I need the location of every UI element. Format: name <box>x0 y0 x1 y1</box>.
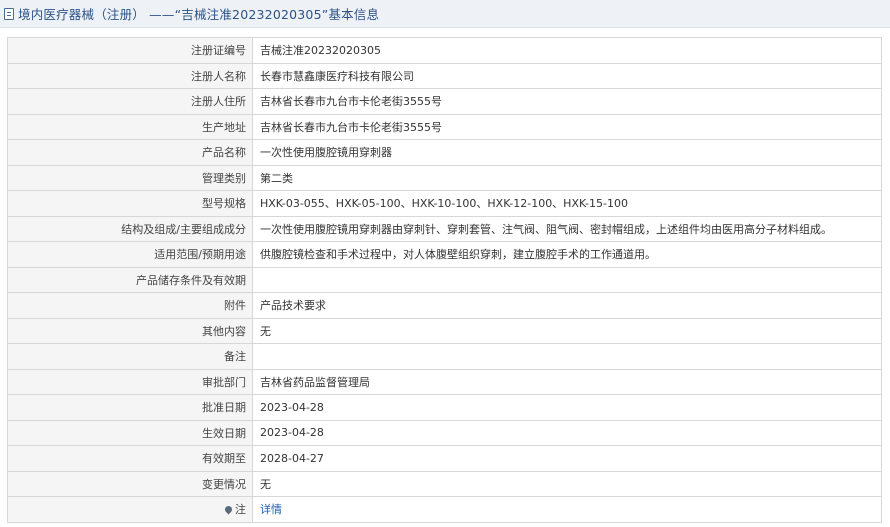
row-value: 无 <box>252 470 882 497</box>
page-title: 境内医疗器械（注册） ——“吉械注准20232020305”基本信息 <box>18 7 380 22</box>
row-value: 吉林省长春市九台市卡伦老街3555号 <box>252 113 882 140</box>
row-label: 批准日期 <box>7 394 253 421</box>
row-label: 生产地址 <box>7 113 253 140</box>
row-label: 注册证编号 <box>7 37 253 64</box>
row-value: 长春市慧鑫康医疗科技有限公司 <box>252 62 882 89</box>
row-label: 生效日期 <box>7 419 253 446</box>
row-value: 第二类 <box>252 164 882 191</box>
table-row: 管理类别 第二类 <box>7 164 882 191</box>
row-value <box>252 343 882 370</box>
row-label: 注册人名称 <box>7 62 253 89</box>
row-label: 结构及组成/主要组成成分 <box>7 215 253 242</box>
table-row: 批准日期 2023-04-28 <box>7 394 882 421</box>
row-label: 变更情况 <box>7 470 253 497</box>
row-label: 管理类别 <box>7 164 253 191</box>
row-value: 产品技术要求 <box>252 292 882 319</box>
table-row: 审批部门 吉林省药品监督管理局 <box>7 368 882 395</box>
note-row: 注 详情 <box>7 496 882 523</box>
table-row: 生效日期 2023-04-28 <box>7 419 882 446</box>
row-value: 一次性使用腹腔镜用穿刺器由穿刺针、穿刺套管、注气阀、阻气阀、密封帽组成，上述组件… <box>252 215 882 242</box>
info-table-container: 注册证编号 吉械注准20232020305 注册人名称 长春市慧鑫康医疗科技有限… <box>7 37 882 523</box>
table-row: 产品名称 一次性使用腹腔镜用穿刺器 <box>7 139 882 166</box>
row-value: 吉林省药品监督管理局 <box>252 368 882 395</box>
note-label: 注 <box>235 503 246 517</box>
row-label: 其他内容 <box>7 317 253 344</box>
row-value: HXK-03-055、HXK-05-100、HXK-10-100、HXK-12-… <box>252 190 882 217</box>
row-label: 产品名称 <box>7 139 253 166</box>
table-row: 产品储存条件及有效期 <box>7 266 882 293</box>
row-value: 吉械注准20232020305 <box>252 37 882 64</box>
table-row: 有效期至 2028-04-27 <box>7 445 882 472</box>
table-row: 其他内容 无 <box>7 317 882 344</box>
row-label: 产品储存条件及有效期 <box>7 266 253 293</box>
row-value: 2028-04-27 <box>252 445 882 472</box>
row-label: 有效期至 <box>7 445 253 472</box>
document-icon <box>4 7 14 20</box>
row-value: 一次性使用腹腔镜用穿刺器 <box>252 139 882 166</box>
row-value: 2023-04-28 <box>252 419 882 446</box>
row-value <box>252 266 882 293</box>
table-row: 适用范围/预期用途 供腹腔镜检查和手术过程中，对人体腹壁组织穿刺，建立腹腔手术的… <box>7 241 882 268</box>
row-value: 无 <box>252 317 882 344</box>
note-value-cell: 详情 <box>252 496 882 523</box>
table-row: 生产地址 吉林省长春市九台市卡伦老街3555号 <box>7 113 882 140</box>
row-value: 吉林省长春市九台市卡伦老街3555号 <box>252 88 882 115</box>
table-row: 备注 <box>7 343 882 370</box>
detail-link[interactable]: 详情 <box>260 503 282 516</box>
table-row: 注册人名称 长春市慧鑫康医疗科技有限公司 <box>7 62 882 89</box>
page-header: 境内医疗器械（注册） ——“吉械注准20232020305”基本信息 <box>0 0 890 28</box>
row-label: 型号规格 <box>7 190 253 217</box>
table-row: 注册人住所 吉林省长春市九台市卡伦老街3555号 <box>7 88 882 115</box>
row-label: 附件 <box>7 292 253 319</box>
row-value: 供腹腔镜检查和手术过程中，对人体腹壁组织穿刺，建立腹腔手术的工作通道用。 <box>252 241 882 268</box>
table-row: 结构及组成/主要组成成分 一次性使用腹腔镜用穿刺器由穿刺针、穿刺套管、注气阀、阻… <box>7 215 882 242</box>
table-row: 型号规格 HXK-03-055、HXK-05-100、HXK-10-100、HX… <box>7 190 882 217</box>
row-label: 审批部门 <box>7 368 253 395</box>
row-value: 2023-04-28 <box>252 394 882 421</box>
row-label: 注册人住所 <box>7 88 253 115</box>
table-row: 变更情况 无 <box>7 470 882 497</box>
row-label: 适用范围/预期用途 <box>7 241 253 268</box>
note-label-cell: 注 <box>7 496 253 523</box>
table-row: 附件 产品技术要求 <box>7 292 882 319</box>
info-table: 注册证编号 吉械注准20232020305 注册人名称 长春市慧鑫康医疗科技有限… <box>7 37 882 523</box>
row-label: 备注 <box>7 343 253 370</box>
pin-icon <box>223 504 234 515</box>
table-row: 注册证编号 吉械注准20232020305 <box>7 37 882 64</box>
